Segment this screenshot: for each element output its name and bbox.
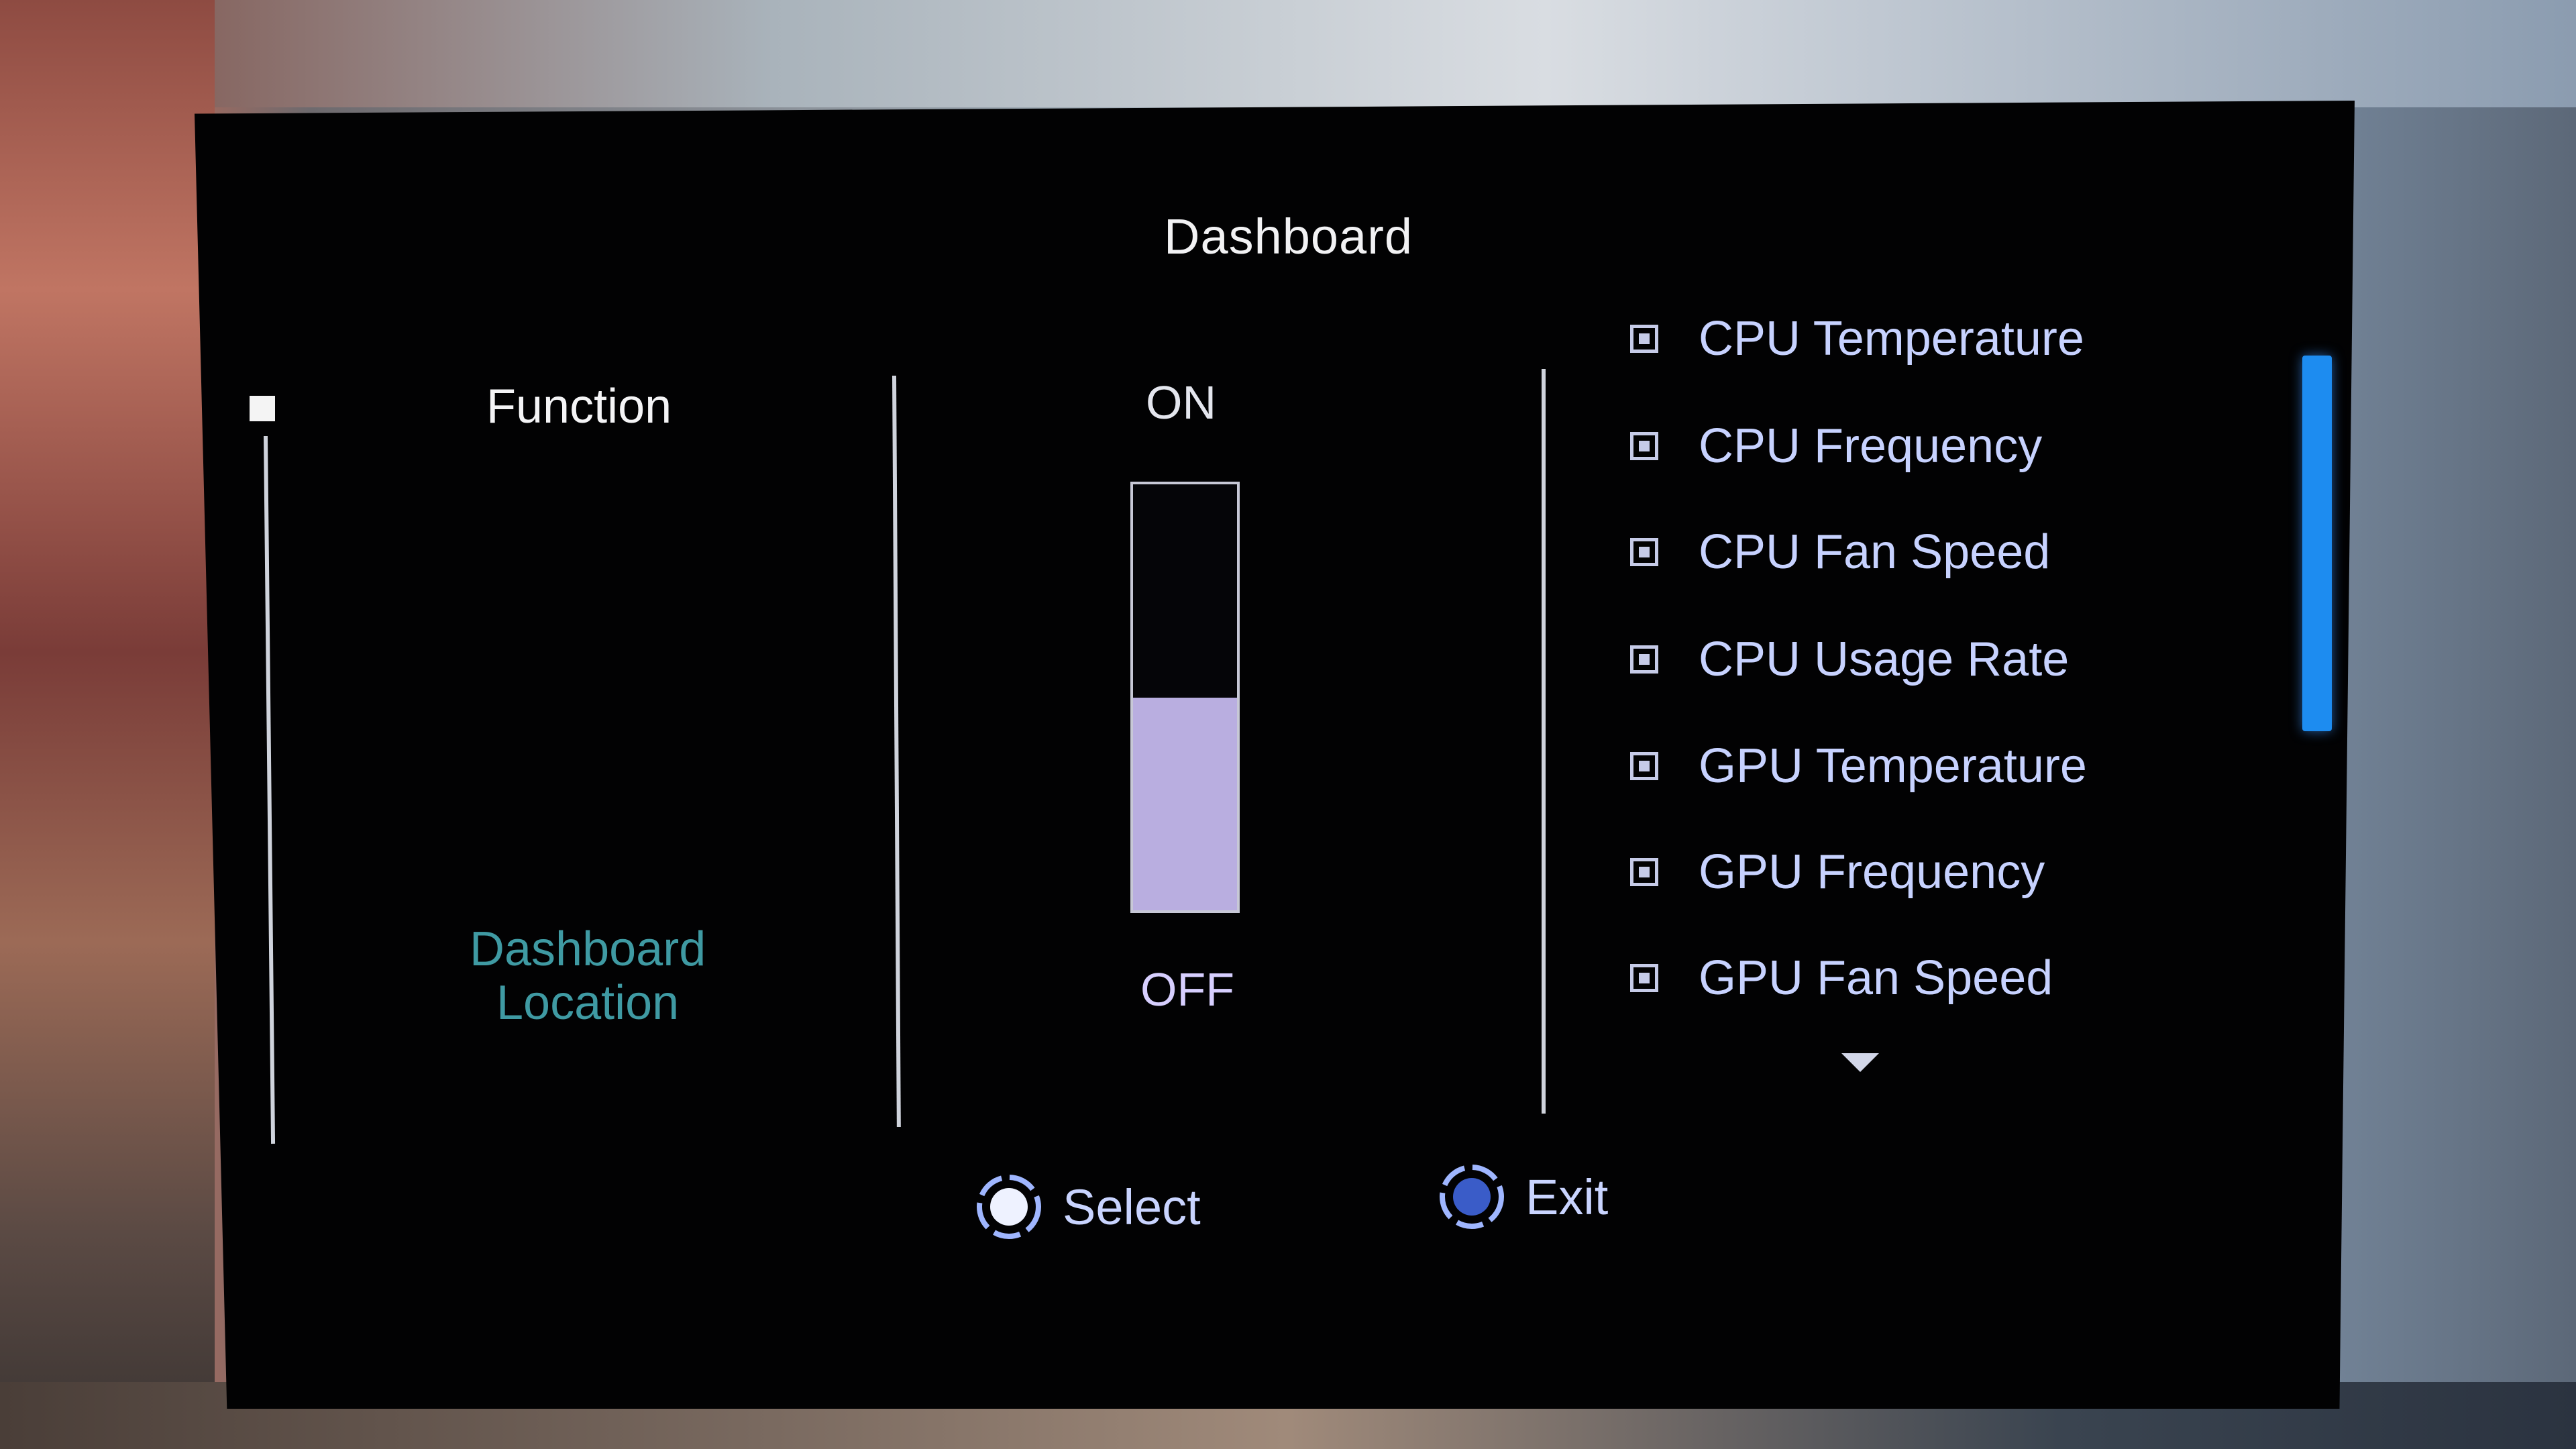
scrollbar-thumb[interactable] — [2302, 356, 2332, 731]
option-item[interactable]: CPU Usage Rate — [1630, 626, 2069, 693]
menu-item-dashboard-location[interactable]: Dashboard Location — [470, 922, 706, 1030]
checkbox-icon[interactable] — [1630, 325, 1658, 353]
select-hint-label: Select — [1063, 1179, 1201, 1235]
toggle-on-label[interactable]: ON — [1146, 376, 1216, 429]
toggle-fill — [1133, 697, 1237, 910]
chevron-down-icon[interactable] — [1841, 1053, 1879, 1072]
background-photo-left — [0, 0, 215, 1449]
menu-item-label-line1: Dashboard — [470, 922, 706, 976]
menu-item-label-line2: Location — [496, 976, 680, 1030]
checkbox-icon[interactable] — [1630, 645, 1658, 674]
menu-item-function[interactable]: Function — [486, 379, 672, 434]
background-photo-top — [0, 0, 2576, 107]
option-item[interactable]: CPU Temperature — [1630, 305, 2084, 372]
option-label: CPU Fan Speed — [1699, 525, 2051, 579]
menu-level-marker — [250, 396, 275, 421]
option-item[interactable]: GPU Fan Speed — [1630, 945, 2053, 1012]
option-item[interactable]: GPU Frequency — [1630, 839, 2045, 906]
select-hint: Select — [973, 1171, 1201, 1243]
right-divider — [1542, 369, 1546, 1114]
checkbox-icon[interactable] — [1630, 432, 1658, 460]
option-label: CPU Temperature — [1699, 312, 2084, 366]
option-label: CPU Usage Rate — [1699, 633, 2070, 686]
toggle-off-label[interactable]: OFF — [1140, 963, 1234, 1016]
option-label: CPU Frequency — [1699, 419, 2043, 473]
joystick-press-icon — [1436, 1161, 1508, 1233]
checkbox-icon[interactable] — [1630, 858, 1658, 886]
checkbox-icon[interactable] — [1630, 964, 1658, 992]
option-item[interactable]: CPU Fan Speed — [1630, 519, 2050, 586]
joystick-press-icon — [973, 1171, 1045, 1243]
on-off-toggle[interactable] — [1130, 482, 1240, 913]
checkbox-icon[interactable] — [1630, 538, 1658, 566]
option-label: GPU Fan Speed — [1699, 951, 2053, 1005]
option-item[interactable]: GPU Temperature — [1630, 733, 2087, 800]
option-label: GPU Temperature — [1699, 739, 2087, 793]
option-item[interactable]: CPU Frequency — [1630, 413, 2042, 480]
osd-title: Dashboard — [1164, 209, 1413, 264]
checkbox-icon[interactable] — [1630, 752, 1658, 780]
exit-hint: Exit — [1436, 1161, 1608, 1233]
option-label: GPU Frequency — [1699, 845, 2045, 899]
exit-hint-label: Exit — [1525, 1169, 1609, 1225]
